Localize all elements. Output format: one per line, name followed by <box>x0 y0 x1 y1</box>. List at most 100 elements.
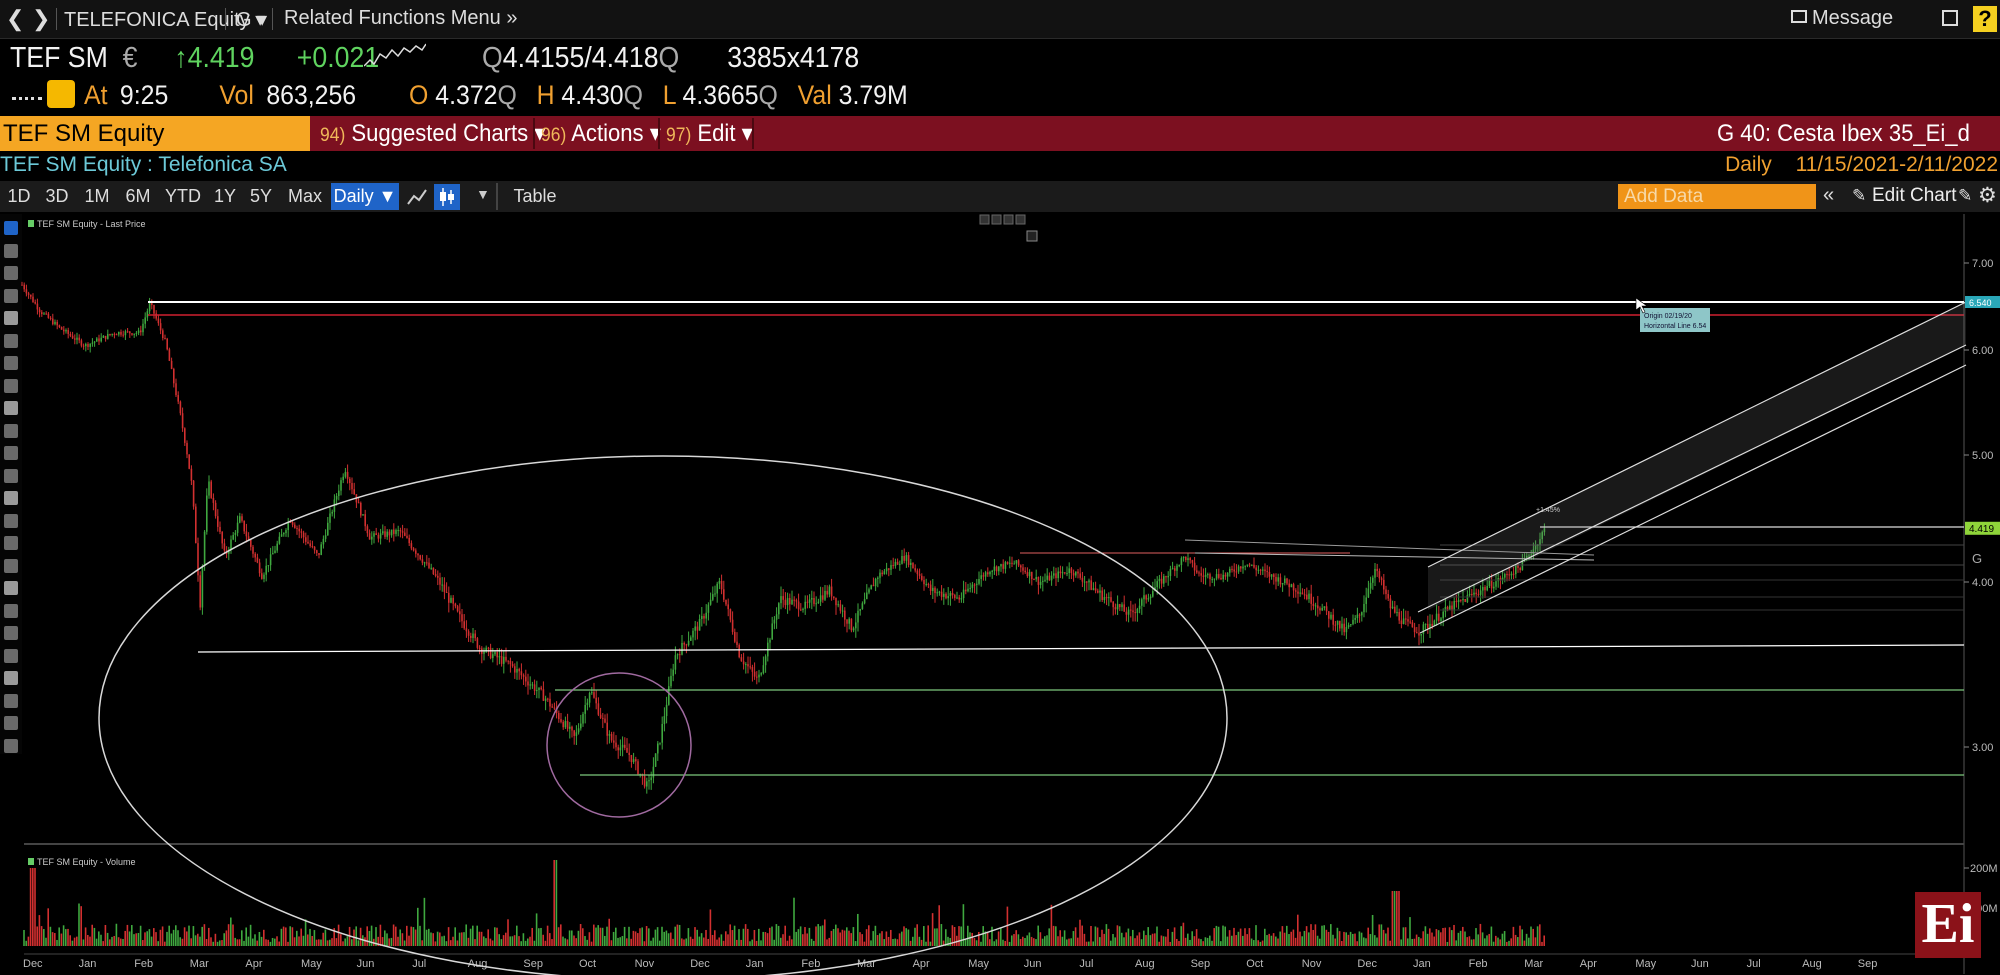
candle-body <box>1420 633 1422 636</box>
volume-bar <box>73 937 76 946</box>
equity-tab[interactable]: TEF SM Equity <box>0 116 310 151</box>
candle-body <box>1262 569 1264 571</box>
candle-body <box>965 589 967 592</box>
candle-body <box>1158 578 1161 582</box>
volume-bar <box>1481 932 1484 946</box>
gear-icon[interactable]: ⚙ <box>1978 183 1997 208</box>
volume-bar <box>1541 941 1543 946</box>
range-ytd-button[interactable]: YTD <box>162 183 204 210</box>
table-button[interactable]: Table <box>505 183 565 210</box>
volume-bar <box>672 938 674 946</box>
range-1m-button[interactable]: 1M <box>80 183 114 210</box>
candle-body <box>954 595 956 598</box>
edit-chart-button[interactable]: Edit Chart <box>1872 185 1956 207</box>
volume-bar <box>637 933 639 946</box>
candle-body <box>881 572 883 575</box>
volume-bar <box>225 930 228 946</box>
volume-bar <box>1107 928 1110 946</box>
range-5y-button[interactable]: 5Y <box>246 183 276 210</box>
candle-body <box>648 780 650 782</box>
volume-bar <box>1380 924 1383 946</box>
line-chart-icon[interactable] <box>406 186 428 208</box>
candle-body <box>973 584 976 586</box>
volume-bar <box>725 931 727 946</box>
candle-body <box>1475 592 1477 595</box>
add-data-input[interactable]: Add Data <box>1618 184 1816 209</box>
candle-body <box>650 777 652 781</box>
candle-body <box>483 651 485 654</box>
message-button[interactable]: Message <box>1812 7 1893 30</box>
range-max-button[interactable]: Max <box>284 183 326 210</box>
menu-label: Actions ▾ <box>571 120 661 147</box>
volume-bar <box>1341 940 1343 946</box>
related-functions-menu[interactable]: Related Functions Menu » <box>284 7 517 30</box>
candle-body <box>1418 632 1420 636</box>
divider <box>658 118 660 149</box>
volume-bar <box>249 924 252 946</box>
range-6m-button[interactable]: 6M <box>120 183 156 210</box>
candle-body <box>949 593 952 597</box>
candle-body <box>1264 569 1266 572</box>
price-chart[interactable]: TEF SM Equity - Last Price TEF SM Equity … <box>0 214 2000 975</box>
annotate-icon[interactable]: ✎ <box>1958 186 1972 206</box>
volume-bar <box>918 936 921 946</box>
candlestick-icon[interactable] <box>434 184 460 210</box>
volume-bar <box>531 927 533 946</box>
candle-body <box>47 313 50 318</box>
volume-bar <box>832 929 835 946</box>
volume-bar <box>1121 932 1123 946</box>
volume-bar <box>76 936 78 946</box>
collapse-icon[interactable]: « <box>1823 184 1834 207</box>
frequency-dropdown[interactable]: Daily ▼ <box>331 183 399 210</box>
edit-menu[interactable]: 97) Edit ▾ <box>666 116 753 151</box>
volume-bar <box>808 927 811 946</box>
volume-bar <box>667 933 670 946</box>
volume-bar <box>1052 925 1055 946</box>
candle-body <box>71 335 74 339</box>
candle-body <box>1446 606 1449 610</box>
back-arrow-icon[interactable]: ❮ <box>6 6 24 32</box>
function-dropdown[interactable]: G ▾ <box>236 7 267 32</box>
candle-body <box>300 531 303 533</box>
ei-logo: Ei <box>1915 892 1981 958</box>
volume-bar <box>210 937 212 946</box>
help-button[interactable]: ? <box>1973 6 1997 32</box>
candle-body <box>659 742 661 744</box>
time-axis-label: Jan <box>746 958 764 970</box>
volume-bar <box>784 925 786 946</box>
actions-menu[interactable]: 96) Actions ▾ <box>541 116 661 151</box>
volume-bar <box>986 932 989 946</box>
volume-bar <box>1512 926 1515 946</box>
volume-bar <box>131 925 133 946</box>
suggested-charts-menu[interactable]: 94) Suggested Charts ▾ <box>320 116 545 151</box>
volume-bar <box>982 926 984 946</box>
chevron-down-icon[interactable]: ▼ <box>476 186 490 202</box>
candle-body <box>1308 593 1310 600</box>
candle-body <box>1198 572 1200 574</box>
candle-body <box>296 527 298 529</box>
range-1d-button[interactable]: 1D <box>4 183 34 210</box>
candle-body <box>113 333 116 335</box>
window-icon[interactable] <box>1942 10 1958 26</box>
candle-body <box>373 533 375 537</box>
volume-bar <box>82 939 85 946</box>
volume-bar <box>1444 927 1446 946</box>
volume-bar <box>1475 928 1477 946</box>
volume-bar <box>36 926 38 946</box>
range-3d-button[interactable]: 3D <box>40 183 74 210</box>
volume-bar <box>786 940 789 946</box>
volume-bar <box>1288 934 1290 946</box>
forward-arrow-icon[interactable]: ❯ <box>32 6 50 32</box>
candle-body <box>1152 591 1154 597</box>
candle-body <box>1004 562 1007 569</box>
candle-body <box>239 516 241 523</box>
candle-body <box>1132 610 1134 613</box>
candle-body <box>1022 567 1024 571</box>
volume-bar <box>183 927 186 946</box>
range-1y-button[interactable]: 1Y <box>210 183 240 210</box>
candle-body <box>980 575 982 579</box>
candle-body <box>1024 570 1026 573</box>
candle-body <box>982 575 985 577</box>
candle-body <box>811 597 813 600</box>
candle-body <box>1101 590 1103 601</box>
